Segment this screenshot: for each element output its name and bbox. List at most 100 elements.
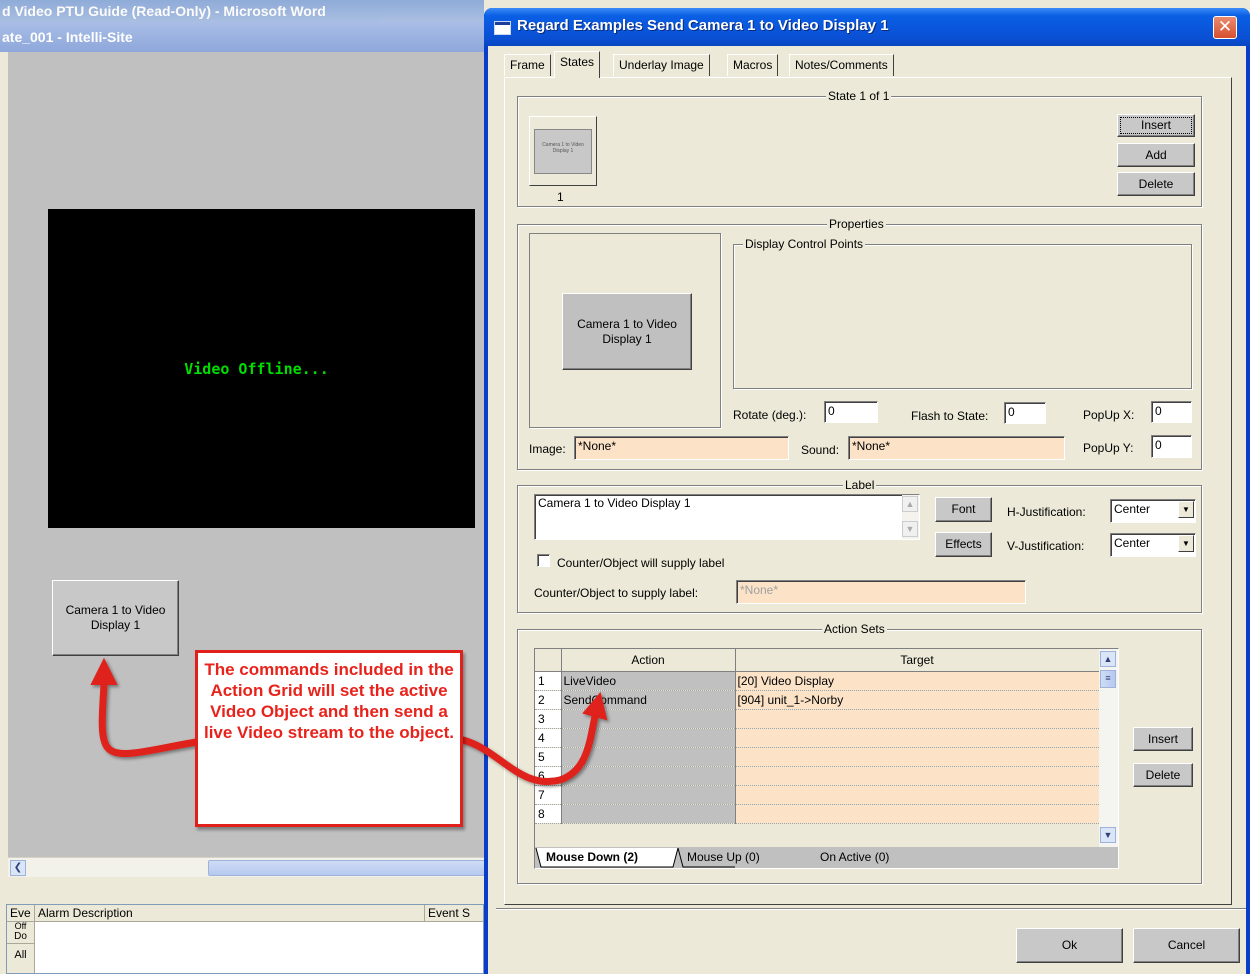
preview-button[interactable]: Camera 1 to Video Display 1: [562, 293, 692, 370]
row-number: 6: [535, 766, 562, 786]
table-row[interactable]: 6: [535, 766, 1100, 786]
table-row[interactable]: 4: [535, 728, 1100, 748]
scroll-up-icon[interactable]: ▲: [1100, 651, 1116, 667]
target-cell[interactable]: [735, 728, 1100, 748]
action-cell[interactable]: [561, 709, 736, 729]
properties-legend: Properties: [827, 217, 886, 231]
h-justification-label: H-Justification:: [1007, 505, 1086, 519]
dialog-separator: [496, 908, 1246, 910]
chevron-down-icon[interactable]: ▼: [1178, 501, 1194, 518]
cancel-button[interactable]: Cancel: [1133, 928, 1240, 963]
image-field[interactable]: *None*: [574, 436, 789, 460]
sound-label: Sound:: [801, 443, 840, 457]
scroll-up-icon[interactable]: ▲: [902, 496, 918, 512]
target-cell[interactable]: [20] Video Display: [735, 671, 1100, 691]
action-insert-button[interactable]: Insert: [1133, 727, 1193, 751]
row-number: 5: [535, 747, 562, 767]
action-grid-header: Action Target: [535, 649, 1100, 672]
effects-button[interactable]: Effects: [935, 532, 992, 557]
state-thumbnail[interactable]: Camera 1 to Video Display 1: [529, 116, 597, 186]
table-row[interactable]: 5: [535, 747, 1100, 767]
event-tab-mouse-down[interactable]: Mouse Down (2): [546, 848, 638, 868]
event-tab-mouse-up[interactable]: Mouse Up (0): [687, 848, 760, 868]
action-cell[interactable]: [561, 804, 736, 824]
h-justification-select[interactable]: Center ▼: [1110, 499, 1196, 523]
display-control-points-legend: Display Control Points: [743, 237, 866, 251]
camera-to-video-button[interactable]: Camera 1 to Video Display 1: [52, 580, 179, 656]
state-insert-button[interactable]: Insert: [1117, 114, 1195, 137]
alarm-off-button[interactable]: Off: [7, 922, 34, 931]
alarm-col-event[interactable]: Eve: [7, 905, 35, 921]
action-delete-button[interactable]: Delete: [1133, 763, 1193, 787]
close-icon[interactable]: ✕: [1213, 16, 1237, 39]
tab-macros[interactable]: Macros: [727, 54, 779, 76]
counter-field[interactable]: *None*: [736, 580, 1026, 604]
action-cell[interactable]: [561, 766, 736, 786]
table-row[interactable]: 2 SendCommand [904] unit_1->Norby: [535, 690, 1100, 710]
v-justification-select[interactable]: Center ▼: [1110, 533, 1196, 557]
scroll-thumb[interactable]: [208, 860, 492, 876]
row-number: 7: [535, 785, 562, 805]
tab-underlay-image[interactable]: Underlay Image: [613, 54, 710, 76]
states-group-legend: State 1 of 1: [826, 89, 892, 103]
action-cell[interactable]: [561, 785, 736, 805]
chevron-down-icon[interactable]: ▼: [1178, 535, 1194, 552]
row-number: 1: [535, 671, 562, 691]
target-column-header[interactable]: Target: [735, 649, 1100, 672]
scroll-down-icon[interactable]: ▼: [902, 521, 918, 537]
state-add-button[interactable]: Add: [1117, 143, 1195, 167]
state-number: 1: [557, 190, 564, 204]
action-cell[interactable]: LiveVideo: [561, 671, 736, 691]
video-display-object[interactable]: Video Offline...: [48, 209, 475, 528]
scroll-left-arrow-icon[interactable]: ❮: [10, 860, 26, 876]
popup-y-input[interactable]: 0: [1151, 435, 1192, 458]
table-row[interactable]: 3: [535, 709, 1100, 729]
alarm-do-button[interactable]: Do: [7, 931, 34, 944]
action-cell[interactable]: SendCommand: [561, 690, 736, 710]
action-cell[interactable]: [561, 728, 736, 748]
canvas-horizontal-scrollbar[interactable]: ❮: [8, 857, 492, 877]
counter-checkbox-label: Counter/Object will supply label: [557, 556, 725, 570]
action-grid[interactable]: Action Target 1 LiveVideo [20] Video Displ…: [534, 648, 1119, 869]
target-cell[interactable]: [735, 804, 1100, 824]
table-row[interactable]: 1 LiveVideo [20] Video Display: [535, 671, 1100, 691]
target-cell[interactable]: [735, 785, 1100, 805]
table-row[interactable]: 7: [535, 785, 1100, 805]
popup-x-label: PopUp X:: [1083, 408, 1135, 422]
alarm-grid[interactable]: Eve Alarm Description Event S Off Do All: [6, 904, 484, 974]
event-tab-on-active[interactable]: On Active (0): [820, 848, 889, 868]
action-column-header[interactable]: Action: [561, 649, 736, 672]
label-scrollbar[interactable]: ▲ ▼: [902, 495, 919, 539]
table-row[interactable]: 8: [535, 804, 1100, 824]
window-icon: [494, 21, 511, 35]
sound-field[interactable]: *None*: [848, 436, 1065, 460]
label-textarea[interactable]: Camera 1 to Video Display 1 ▲ ▼: [534, 494, 920, 540]
popup-x-input[interactable]: 0: [1151, 401, 1192, 423]
action-grid-scrollbar[interactable]: ▲ ≡ ▼: [1099, 649, 1118, 847]
tab-states[interactable]: States: [554, 51, 601, 78]
target-cell[interactable]: [735, 766, 1100, 786]
v-justification-value: Center: [1114, 536, 1151, 550]
video-status-text: Video Offline...: [184, 359, 329, 378]
target-cell[interactable]: [904] unit_1->Norby: [735, 690, 1100, 710]
target-cell[interactable]: [735, 747, 1100, 767]
alarm-col-description[interactable]: Alarm Description: [35, 905, 425, 921]
rotate-input[interactable]: 0: [824, 401, 878, 423]
target-cell[interactable]: [735, 709, 1100, 729]
scroll-down-icon[interactable]: ▼: [1100, 827, 1116, 843]
tab-notes-comments[interactable]: Notes/Comments: [789, 54, 894, 76]
flash-input[interactable]: 0: [1004, 402, 1046, 424]
action-sets-legend: Action Sets: [822, 622, 887, 636]
action-cell[interactable]: [561, 747, 736, 767]
font-button[interactable]: Font: [935, 497, 992, 522]
alarm-col-event-s[interactable]: Event S: [425, 905, 483, 921]
states-group: [517, 96, 1202, 207]
tab-frame[interactable]: Frame: [504, 54, 551, 76]
dialog-titlebar[interactable]: Regard Examples Send Camera 1 to Video D…: [484, 8, 1250, 46]
alarm-all-button[interactable]: All: [7, 948, 34, 962]
popup-y-label: PopUp Y:: [1083, 441, 1134, 455]
counter-checkbox[interactable]: [537, 554, 550, 567]
scroll-thumb[interactable]: ≡: [1100, 670, 1116, 688]
ok-button[interactable]: Ok: [1016, 928, 1123, 963]
state-delete-button[interactable]: Delete: [1117, 172, 1195, 196]
